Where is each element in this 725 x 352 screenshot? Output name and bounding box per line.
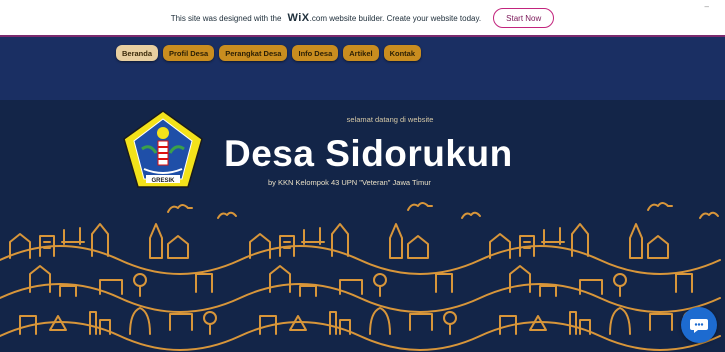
nav-item-beranda[interactable]: Beranda	[116, 45, 159, 61]
nav-item-profil-desa[interactable]: Profil Desa	[163, 45, 215, 61]
nav-item-kontak[interactable]: Kontak	[383, 45, 422, 61]
welcome-text: selamat datang di website	[346, 115, 434, 124]
nav-item-perangkat-desa[interactable]: Perangkat Desa	[219, 45, 288, 61]
page-title: Desa Sidorukun	[224, 133, 513, 174]
banner-more-icon[interactable]: –	[705, 2, 709, 11]
start-now-button[interactable]: Start Now	[493, 8, 555, 28]
wix-banner-text-before: This site was designed with the	[170, 13, 282, 23]
wix-brand: WiX	[287, 12, 310, 24]
wix-banner-text-after: .com website builder. Create your websit…	[309, 13, 482, 23]
chat-button[interactable]	[681, 307, 717, 343]
emblem-caption: GRESIK	[151, 178, 175, 184]
chat-bubble-icon	[690, 319, 708, 333]
gresik-emblem-icon: GRESIK	[123, 110, 203, 188]
village-skyline-illustration	[0, 202, 721, 351]
wix-banner: This site was designed with the WiX .com …	[0, 0, 725, 36]
main-nav: Beranda Profil Desa Perangkat Desa Info …	[116, 45, 422, 61]
byline-text: by KKN Kelompok 43 UPN "Veteran" Jawa Ti…	[268, 178, 431, 187]
nav-item-info-desa[interactable]: Info Desa	[292, 45, 339, 61]
nav-item-artikel[interactable]: Artikel	[343, 45, 379, 61]
